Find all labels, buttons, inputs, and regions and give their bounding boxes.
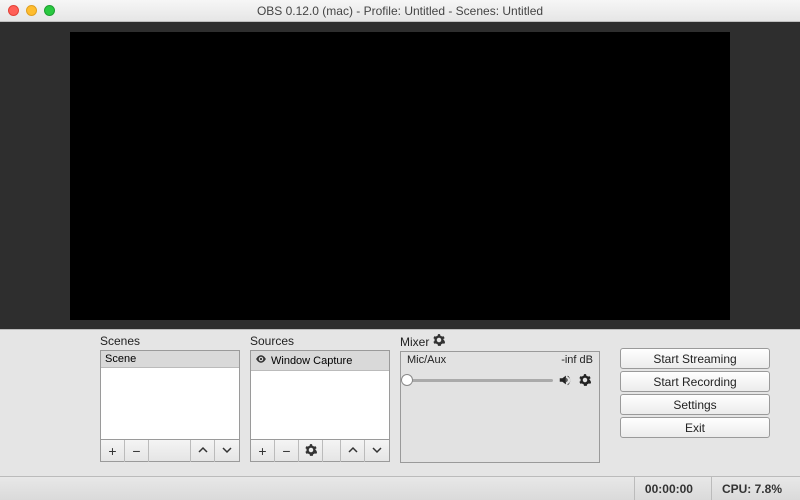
zoom-window-button[interactable]: [44, 5, 55, 16]
chevron-up-icon: [347, 443, 359, 459]
scenes-toolbar-spacer: [149, 440, 191, 462]
start-streaming-button[interactable]: Start Streaming: [620, 348, 770, 369]
source-item-label: Window Capture: [271, 355, 352, 367]
mixer-slider-row: [401, 368, 599, 392]
control-buttons: Start Streaming Start Recording Settings…: [620, 334, 770, 474]
status-time: 00:00:00: [634, 477, 703, 500]
exit-button[interactable]: Exit: [620, 417, 770, 438]
scene-item-label: Scene: [105, 353, 136, 365]
scenes-listbox[interactable]: Scene: [100, 350, 240, 440]
eye-icon[interactable]: [255, 353, 267, 368]
mixer-header: Mixer: [400, 334, 600, 349]
chevron-down-icon: [371, 443, 383, 459]
remove-source-button[interactable]: −: [275, 440, 299, 462]
minus-icon: −: [282, 443, 290, 459]
sources-label: Sources: [250, 334, 390, 348]
mixer-channel-row: Mic/Aux -inf dB: [401, 352, 599, 368]
mixer-settings-button[interactable]: [433, 334, 445, 349]
gear-icon: [579, 374, 591, 386]
volume-slider-thumb[interactable]: [401, 374, 413, 386]
minimize-window-button[interactable]: [26, 5, 37, 16]
source-properties-button[interactable]: [299, 440, 323, 462]
plus-icon: +: [108, 443, 116, 459]
gear-icon: [305, 443, 317, 459]
mixer-panel: Mixer Mic/Aux -inf dB: [400, 334, 600, 474]
source-move-down-button[interactable]: [365, 440, 389, 462]
start-recording-button[interactable]: Start Recording: [620, 371, 770, 392]
scene-move-down-button[interactable]: [215, 440, 239, 462]
window-controls: [8, 5, 55, 16]
chevron-up-icon: [197, 443, 209, 459]
channel-settings-button[interactable]: [577, 372, 593, 388]
mixer-label: Mixer: [400, 335, 429, 349]
sources-panel: Sources Window Capture + −: [250, 334, 390, 474]
plus-icon: +: [258, 443, 266, 459]
minus-icon: −: [132, 443, 140, 459]
sources-toolbar-spacer: [323, 440, 341, 462]
scenes-label: Scenes: [100, 334, 240, 348]
source-move-up-button[interactable]: [341, 440, 365, 462]
scenes-panel: Scenes Scene + −: [100, 334, 240, 474]
source-item[interactable]: Window Capture: [251, 351, 389, 371]
scenes-toolbar: + −: [100, 440, 240, 462]
volume-slider[interactable]: [407, 379, 553, 382]
preview-area: [0, 22, 800, 330]
add-scene-button[interactable]: +: [101, 440, 125, 462]
speaker-icon: [558, 373, 572, 387]
preview-canvas[interactable]: [70, 32, 730, 320]
titlebar: OBS 0.12.0 (mac) - Profile: Untitled - S…: [0, 0, 800, 22]
add-source-button[interactable]: +: [251, 440, 275, 462]
status-cpu: CPU: 7.8%: [711, 477, 792, 500]
sources-listbox[interactable]: Window Capture: [250, 350, 390, 440]
chevron-down-icon: [221, 443, 233, 459]
sources-toolbar: + −: [250, 440, 390, 462]
mixer-box: Mic/Aux -inf dB: [400, 351, 600, 463]
remove-scene-button[interactable]: −: [125, 440, 149, 462]
bottom-panels: Scenes Scene + −: [0, 330, 800, 474]
window-title: OBS 0.12.0 (mac) - Profile: Untitled - S…: [257, 4, 543, 18]
status-bar: 00:00:00 CPU: 7.8%: [0, 476, 800, 500]
mixer-channel-level: -inf dB: [561, 354, 593, 366]
scene-item[interactable]: Scene: [101, 351, 239, 368]
close-window-button[interactable]: [8, 5, 19, 16]
mute-button[interactable]: [557, 372, 573, 388]
scene-move-up-button[interactable]: [191, 440, 215, 462]
mixer-channel-name: Mic/Aux: [407, 354, 446, 366]
settings-button[interactable]: Settings: [620, 394, 770, 415]
